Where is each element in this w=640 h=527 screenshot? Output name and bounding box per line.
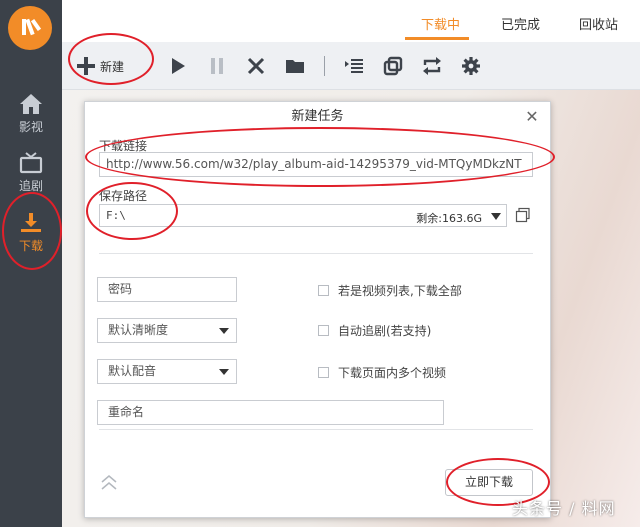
path-label: 保存路径 — [99, 189, 148, 203]
chevron-down-icon — [219, 328, 229, 334]
quality-value: 默认清晰度 — [108, 323, 169, 337]
delete-icon — [247, 57, 265, 75]
settings-button[interactable] — [457, 52, 485, 80]
sidebar-item-label: 下载 — [18, 239, 43, 253]
refresh-button[interactable] — [418, 52, 446, 80]
new-task-label: 新建 — [100, 59, 125, 74]
new-task-button[interactable]: 新建 — [76, 54, 124, 78]
close-icon[interactable]: ✕ — [524, 109, 540, 125]
checkbox-box[interactable] — [318, 325, 329, 336]
divider — [99, 429, 533, 430]
folder-icon — [515, 207, 530, 223]
dialog-title: 新建任务 — [291, 109, 344, 124]
sidebar-item-label: 追剧 — [18, 179, 43, 193]
download-all-checkbox[interactable]: 若是视频列表,下载全部 — [318, 282, 462, 299]
active-tab-indicator — [405, 37, 469, 40]
list-icon — [345, 59, 363, 73]
tv-icon — [19, 152, 43, 174]
pause-icon — [211, 58, 223, 74]
copy-icon — [383, 56, 403, 76]
checkbox-label: 下载页面内多个视频 — [338, 366, 447, 380]
chevron-down-icon — [219, 369, 229, 375]
sidebar-item-series[interactable]: 追剧 — [0, 143, 62, 203]
toolbar: 新建 — [62, 42, 640, 90]
tab-completed[interactable]: 已完成 — [501, 14, 540, 33]
password-input[interactable]: 密码 — [97, 277, 237, 302]
refresh-icon — [423, 57, 441, 75]
checkbox-box[interactable] — [318, 285, 329, 296]
download-now-button[interactable]: 立即下载 — [445, 469, 533, 496]
sidebar-item-movies[interactable]: 影视 — [0, 84, 62, 144]
brand-logo-icon[interactable] — [8, 6, 52, 50]
delete-button[interactable] — [242, 52, 270, 80]
chevron-up-icon — [101, 475, 117, 490]
checkbox-label: 若是视频列表,下载全部 — [338, 284, 462, 298]
sidebar-item-download[interactable]: 下载 — [0, 203, 62, 263]
plus-icon — [77, 57, 95, 75]
settings-icon — [462, 57, 480, 75]
start-button[interactable] — [164, 52, 192, 80]
tab-downloading[interactable]: 下载中 — [421, 14, 460, 33]
copy-button[interactable] — [379, 52, 407, 80]
checkbox-label: 自动追剧(若支持) — [338, 324, 432, 338]
collapse-button[interactable] — [99, 473, 119, 493]
chevron-down-icon — [491, 213, 501, 220]
task-list-button[interactable] — [340, 52, 368, 80]
browse-folder-button[interactable] — [513, 205, 533, 225]
checkbox-box[interactable] — [318, 367, 329, 378]
free-space-text: 剩余:163.6G — [416, 212, 482, 225]
watermark: 头条号 / 料网 — [512, 499, 616, 518]
folder-icon — [286, 60, 304, 73]
auto-follow-checkbox[interactable]: 自动追剧(若支持) — [318, 322, 431, 339]
tab-recycle-bin[interactable]: 回收站 — [579, 14, 618, 33]
sidebar-item-label: 影视 — [18, 120, 43, 134]
save-path-value: F:\ — [106, 209, 126, 222]
toolbar-separator — [324, 56, 325, 76]
multi-video-checkbox[interactable]: 下载页面内多个视频 — [318, 364, 446, 381]
download-icon — [21, 213, 41, 232]
dub-select[interactable]: 默认配音 — [97, 359, 237, 384]
play-icon — [172, 58, 185, 74]
new-task-dialog: 新建任务 ✕ 下载链接 http://www.56.com/w32/play_a… — [84, 101, 551, 518]
sidebar: 影视 追剧 下载 — [0, 0, 62, 527]
url-input[interactable]: http://www.56.com/w32/play_album-aid-142… — [99, 152, 533, 177]
save-path-select[interactable]: F:\ 剩余:163.6G — [99, 204, 507, 227]
dub-value: 默认配音 — [108, 364, 157, 378]
top-tab-bar: 下载中 已完成 回收站 — [62, 0, 640, 42]
divider — [99, 253, 533, 254]
open-folder-button[interactable] — [281, 52, 309, 80]
rename-input[interactable]: 重命名 — [97, 400, 444, 425]
home-icon — [20, 94, 42, 114]
quality-select[interactable]: 默认清晰度 — [97, 318, 237, 343]
pause-button[interactable] — [203, 52, 231, 80]
